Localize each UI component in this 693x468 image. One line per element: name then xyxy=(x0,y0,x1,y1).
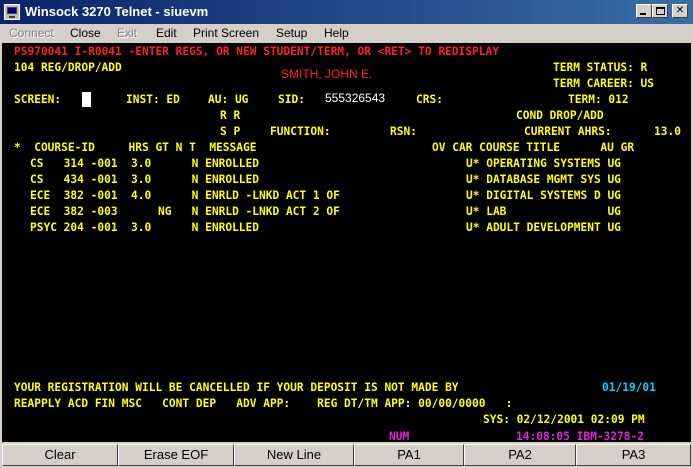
terminal-screen[interactable]: PS970041 I-R0041 -ENTER REGS, OR NEW STU… xyxy=(2,43,691,443)
cond-drop-add: COND DROP/ADD xyxy=(516,109,604,122)
table-row: CS 434 -001 3.0 N ENROLLED xyxy=(30,173,260,186)
maximize-button[interactable] xyxy=(652,4,668,18)
table-row: ECE 382 -001 4.0 N ENRLD -LNKD ACT 1 OF xyxy=(30,189,340,202)
table-row-title: U* DATABASE MGMT SYS UG xyxy=(466,173,621,186)
title-bar[interactable]: Winsock 3270 Telnet - siuevm ✕ xyxy=(0,0,693,24)
table-row-title: U* OPERATING SYSTEMS UG xyxy=(466,157,621,170)
screen-label: SCREEN: xyxy=(14,93,62,106)
term-status: TERM STATUS: R xyxy=(553,61,648,74)
course-table-header-right: OV CAR COURSE TITLE AU GR xyxy=(432,141,635,154)
terminal-app-icon[interactable] xyxy=(4,4,20,20)
table-row-title: U* LAB UG xyxy=(466,205,621,218)
function-label: FUNCTION: xyxy=(270,125,331,138)
menu-exit[interactable]: Exit xyxy=(117,26,137,40)
table-row: PSYC 204 -001 3.0 N ENROLLED xyxy=(30,221,260,234)
pf-key-bar: Clear Erase EOF New Line PA1 PA2 PA3 xyxy=(0,443,693,468)
menu-help[interactable]: Help xyxy=(324,26,349,40)
minimize-icon xyxy=(640,13,646,15)
clear-button[interactable]: Clear xyxy=(2,444,118,466)
term-field: TERM: 012 xyxy=(568,93,629,106)
minimize-button[interactable] xyxy=(636,4,652,18)
close-icon: ✕ xyxy=(675,5,685,16)
menu-bar: Connect Close Exit Edit Print Screen Set… xyxy=(0,24,693,43)
new-line-button[interactable]: New Line xyxy=(234,444,354,466)
menu-edit[interactable]: Edit xyxy=(156,26,177,40)
close-button[interactable]: ✕ xyxy=(672,4,688,18)
deposit-notice: YOUR REGISTRATION WILL BE CANCELLED IF Y… xyxy=(14,381,459,394)
current-ahrs-label: CURRENT AHRS: xyxy=(524,125,612,138)
student-name: SMITH, JOHN E. xyxy=(281,67,373,81)
sp-header: S P xyxy=(220,125,241,138)
crs-label: CRS: xyxy=(416,93,443,106)
menu-connect[interactable]: Connect xyxy=(9,26,54,40)
num-lock-indicator: NUM xyxy=(389,430,410,443)
au-field: AU: UG xyxy=(208,93,249,106)
status-clock: 14:08:05 IBM-3278-2 xyxy=(516,430,644,443)
pa2-button[interactable]: PA2 xyxy=(464,444,576,466)
rsn-label: RSN: xyxy=(390,125,417,138)
course-table-header: * COURSE-ID HRS GT N T MESSAGE xyxy=(14,141,257,154)
reapply-line: REAPPLY ACD FIN MSC CONT DEP ADV APP: RE… xyxy=(14,397,513,410)
rr-header: R R xyxy=(220,109,241,122)
table-row: CS 314 -001 3.0 N ENROLLED xyxy=(30,157,260,170)
erase-eof-button[interactable]: Erase EOF xyxy=(118,444,234,466)
function-title: 104 REG/DROP/ADD xyxy=(14,61,122,74)
deposit-date: 01/19/01 xyxy=(602,381,656,394)
menu-print-screen[interactable]: Print Screen xyxy=(193,26,259,40)
sid-value[interactable]: 555326543 xyxy=(325,91,385,105)
sys-datetime: SYS: 02/12/2001 02:09 PM xyxy=(483,413,645,426)
maximize-icon xyxy=(656,7,665,15)
term-career: TERM CAREER: US xyxy=(553,77,655,90)
pa1-button[interactable]: PA1 xyxy=(354,444,464,466)
system-message: PS970041 I-R0041 -ENTER REGS, OR NEW STU… xyxy=(14,45,499,58)
table-row-title: U* ADULT DEVELOPMENT UG xyxy=(466,221,621,234)
sid-label: SID: xyxy=(278,93,305,106)
screen-input-cursor[interactable] xyxy=(82,92,91,107)
menu-setup[interactable]: Setup xyxy=(276,26,307,40)
menu-close[interactable]: Close xyxy=(70,26,101,40)
pa3-button[interactable]: PA3 xyxy=(576,444,691,466)
table-row-title: U* DIGITAL SYSTEMS D UG xyxy=(466,189,621,202)
current-ahrs-value: 13.0 xyxy=(654,125,681,138)
window-title: Winsock 3270 Telnet - siuevm xyxy=(25,4,209,19)
inst-field: INST: ED xyxy=(126,93,180,106)
table-row: ECE 382 -003 NG N ENRLD -LNKD ACT 2 OF xyxy=(30,205,340,218)
